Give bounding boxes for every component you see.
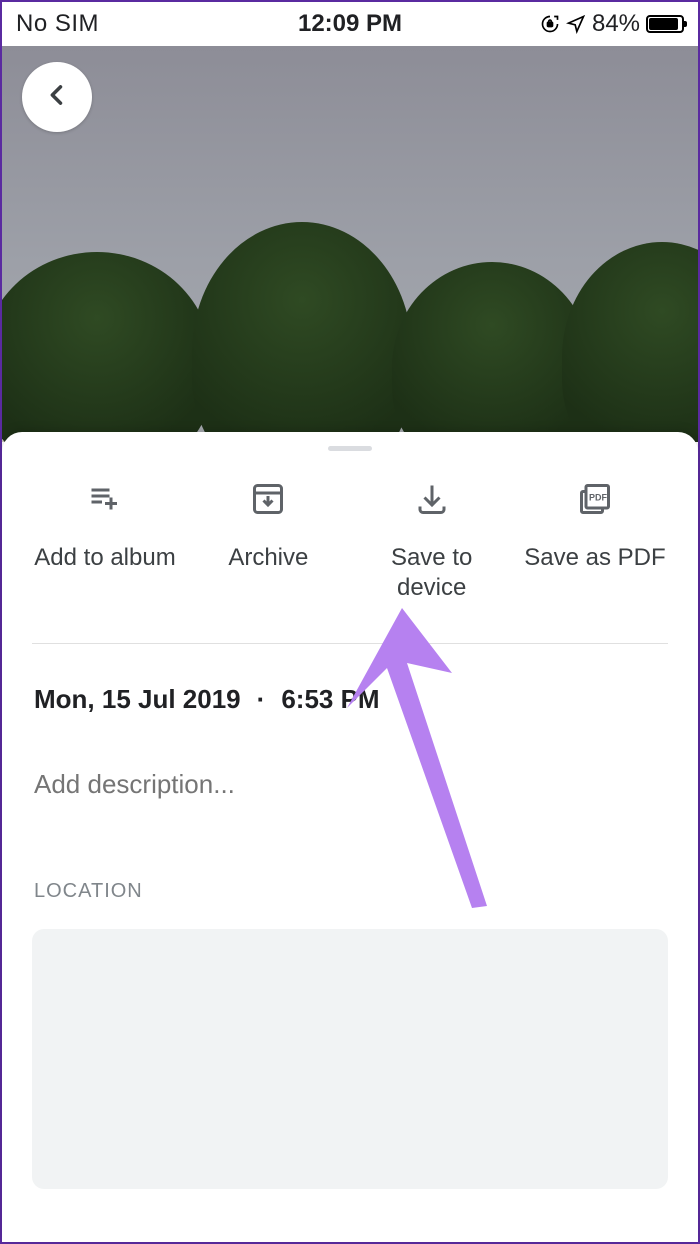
status-bar: No SIM 12:09 PM 84% xyxy=(2,2,698,46)
action-label: Save to device xyxy=(357,543,507,603)
add-to-album-button[interactable]: Add to album xyxy=(30,481,180,603)
svg-text:PDF: PDF xyxy=(589,493,608,503)
location-section-label: LOCATION xyxy=(34,880,666,903)
separator-dot: · xyxy=(257,684,266,715)
location-map[interactable] xyxy=(32,929,668,1189)
pdf-icon: PDF xyxy=(577,481,613,525)
battery-icon xyxy=(646,15,684,33)
playlist-add-icon xyxy=(87,481,123,525)
archive-icon xyxy=(250,481,286,525)
description-input[interactable] xyxy=(34,769,666,800)
photo-metadata: Mon, 15 Jul 2019 · 6:53 PM LOCATION xyxy=(2,644,698,903)
archive-button[interactable]: Archive xyxy=(193,481,343,603)
photo-trees xyxy=(2,262,698,442)
photo-viewer[interactable] xyxy=(2,46,698,442)
photo-date: Mon, 15 Jul 2019 xyxy=(34,684,241,715)
date-time-line: Mon, 15 Jul 2019 · 6:53 PM xyxy=(34,684,666,715)
back-button[interactable] xyxy=(22,62,92,132)
details-sheet[interactable]: Add to album Archive Save to device PDF … xyxy=(2,432,698,1242)
action-label: Save as PDF xyxy=(524,543,665,573)
save-to-device-button[interactable]: Save to device xyxy=(357,481,507,603)
photo-time: 6:53 PM xyxy=(281,684,379,715)
action-label: Archive xyxy=(228,543,308,573)
battery-percentage: 84% xyxy=(592,10,640,38)
save-as-pdf-button[interactable]: PDF Save as PDF xyxy=(520,481,670,603)
status-right: 84% xyxy=(461,10,684,38)
chevron-left-icon xyxy=(43,81,71,114)
action-label: Add to album xyxy=(34,543,175,573)
actions-row: Add to album Archive Save to device PDF … xyxy=(2,451,698,643)
download-icon xyxy=(414,481,450,525)
orientation-lock-icon xyxy=(540,14,560,34)
clock: 12:09 PM xyxy=(239,10,462,38)
carrier-label: No SIM xyxy=(16,10,239,38)
location-services-icon xyxy=(566,14,586,34)
